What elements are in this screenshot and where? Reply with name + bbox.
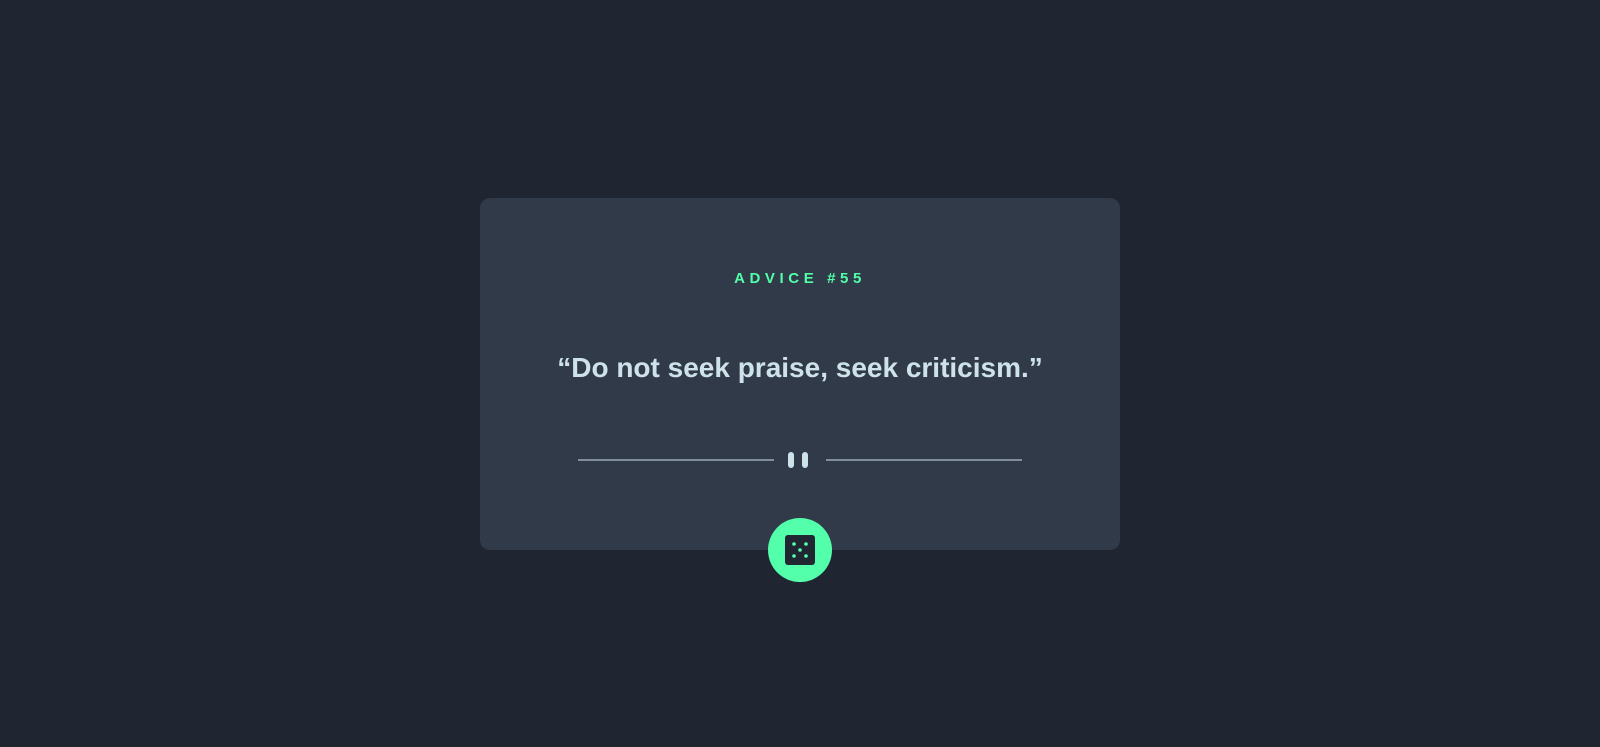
advice-id-label: ADVICE #55 xyxy=(734,270,866,287)
advice-card: ADVICE #55 “Do not seek praise, seek cri… xyxy=(480,198,1120,550)
pause-divider-icon xyxy=(578,452,1022,468)
dice-icon xyxy=(785,535,815,565)
advice-quote: “Do not seek praise, seek criticism.” xyxy=(557,352,1043,383)
generate-advice-button[interactable] xyxy=(768,518,832,582)
